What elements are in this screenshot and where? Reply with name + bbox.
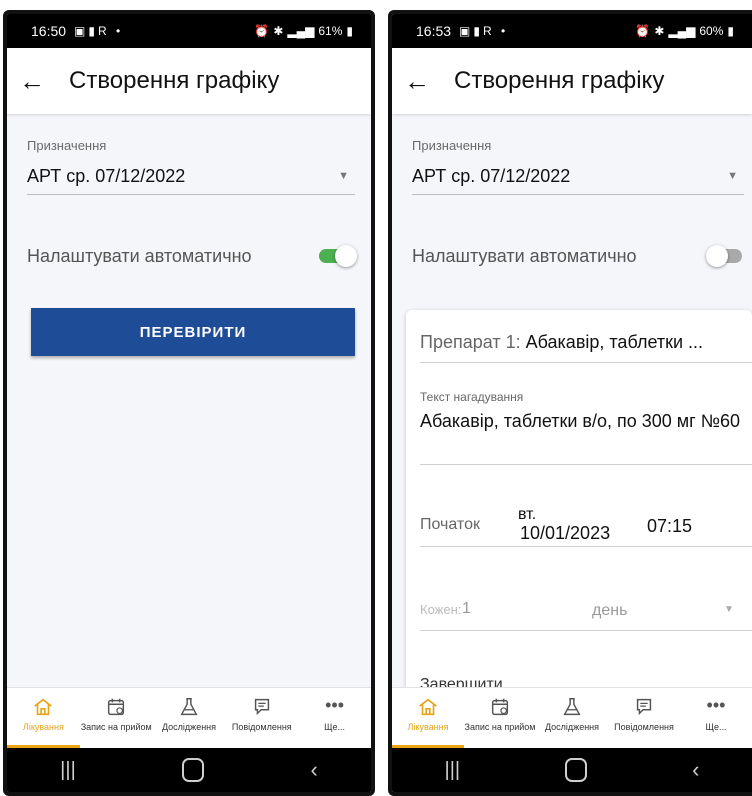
status-time: 16:53 [416,23,452,39]
reminder-label: Текст нагадування [420,390,524,404]
drug-row[interactable]: Препарат 1: Абакавір, таблетки ... [420,332,752,353]
nav-label: Повідомлення [231,722,292,732]
page-title: Створення графіку [69,67,280,94]
auto-setup-switch[interactable] [317,245,357,267]
phone-screen-1: 16:50 ▣▮R • ⏰ ✱ ▂▄▆ 61% ▮ ← Створення гр… [3,10,375,796]
back-arrow-icon[interactable]: ← [19,66,69,97]
nav-item-research[interactable]: Дослідження [153,688,226,748]
auto-setup-switch[interactable] [706,245,746,267]
auto-setup-label: Налаштувати автоматично [412,245,637,266]
calendar-icon [108,698,125,716]
dropdown-caret-icon: ▼ [727,170,738,182]
check-button[interactable]: ПЕРЕВІРИТИ [31,308,355,356]
nav-item-more[interactable]: ••• Ще... [298,688,371,748]
recents-icon[interactable]: ||| [445,759,461,782]
signal-icon: ▂▄▆ [668,24,696,38]
drug-label: Препарат 1: [420,332,521,352]
start-weekday: вт. [518,506,537,523]
bluetooth-icon: ✱ [654,24,665,38]
nav-label: Дослідження [161,722,217,732]
more-icon: ••• [706,695,726,715]
nav-label: Лікування [407,722,449,732]
switch-knob [706,245,728,267]
purpose-value: АРТ ср. 07/12/2022 [412,165,571,186]
nav-item-treatment[interactable]: Лікування [7,688,80,748]
every-unit[interactable]: день [592,602,627,620]
purpose-label: Призначення [27,138,107,153]
signal-icon: ▂▄▆ [287,24,315,38]
every-label: Кожен: [420,602,462,617]
nav-label: Запис на прийом [464,722,536,732]
purpose-select[interactable]: АРТ ср. 07/12/2022 ▼ [27,158,355,195]
nav-label: Дослідження [544,722,600,732]
nav-label: Ще... [705,722,727,732]
nav-label: Ще... [324,722,346,732]
nav-label: Лікування [22,722,64,732]
alarm-icon: ⏰ [254,24,270,38]
calendar-icon [491,698,509,716]
drug-value: Абакавір, таблетки ... [525,332,704,352]
flask-icon [180,698,198,716]
message-icon [636,698,652,716]
purpose-label: Призначення [412,138,492,153]
nav-label: Запис на прийом [80,722,152,732]
nav-item-appointment[interactable]: Запис на прийом [464,688,536,748]
status-time: 16:50 [31,23,67,39]
every-value[interactable]: 1 [462,600,471,618]
start-date: 10/01/2023 [520,523,611,543]
system-back-icon[interactable]: ‹ [310,757,317,783]
drug-schedule-card: Препарат 1: Абакавір, таблетки ... Текст… [406,310,752,732]
status-bar: 16:53 ▣▮R • ⏰ ✱ ▂▄▆ 60% ▮ [392,14,752,48]
purpose-select[interactable]: АРТ ср. 07/12/2022 ▼ [412,158,744,195]
auto-setup-label: Налаштувати автоматично [27,245,252,266]
phone-screen-2: 16:53 ▣▮R • ⏰ ✱ ▂▄▆ 60% ▮ ← Створення гр… [388,10,752,796]
nav-item-treatment[interactable]: Лікування [392,688,464,748]
flask-icon [563,698,581,716]
message-icon [254,698,269,716]
nav-item-research[interactable]: Дослідження [536,688,608,748]
status-bar: 16:50 ▣▮R • ⏰ ✱ ▂▄▆ 61% ▮ [7,14,371,48]
switch-knob [335,245,357,267]
system-nav-bar: ||| ‹ [392,748,752,792]
app-bar: ← Створення графіку [392,48,752,114]
home-icon [419,698,437,716]
unit-caret-icon: ▼ [724,604,734,615]
page-title: Створення графіку [454,67,665,94]
start-date-field[interactable]: вт. 10/01/2023 [518,506,610,542]
bottom-nav: Лікування Запис на прийом Дослідження По… [7,687,371,748]
system-nav-bar: ||| ‹ [7,748,371,792]
nav-item-messages[interactable]: Повідомлення [608,688,680,748]
home-icon [34,698,53,716]
notification-icons: ▣▮R • [74,24,124,38]
system-back-icon[interactable]: ‹ [692,757,699,783]
home-circle-icon[interactable] [182,758,205,782]
auto-setup-row: Налаштувати автоматично [412,238,746,274]
start-label: Початок [420,516,480,533]
nav-item-appointment[interactable]: Запис на прийом [80,688,153,748]
battery-icon: ▮ [727,24,734,38]
alarm-icon: ⏰ [635,24,651,38]
purpose-value: АРТ ср. 07/12/2022 [27,165,186,186]
reminder-text[interactable]: Абакавір, таблетки в/о, по 300 мг №60 [420,410,746,432]
app-bar: ← Створення графіку [7,48,371,114]
nav-item-more[interactable]: ••• Ще... [680,688,752,748]
bottom-nav: Лікування Запис на прийом Дослідження По… [392,687,752,748]
battery-icon: ▮ [346,24,353,38]
recents-icon[interactable]: ||| [60,759,76,782]
start-time[interactable]: 07:15 [647,516,692,537]
back-arrow-icon[interactable]: ← [404,66,454,97]
battery-percent: 61% [318,24,343,38]
battery-percent: 60% [699,24,724,38]
notification-icons: ▣▮R • [459,24,509,38]
more-icon: ••• [325,695,345,715]
home-circle-icon[interactable] [565,758,588,782]
nav-item-messages[interactable]: Повідомлення [225,688,298,748]
nav-label: Повідомлення [614,722,674,732]
auto-setup-row: Налаштувати автоматично [27,238,357,274]
dropdown-caret-icon: ▼ [338,170,349,182]
bluetooth-icon: ✱ [273,24,284,38]
